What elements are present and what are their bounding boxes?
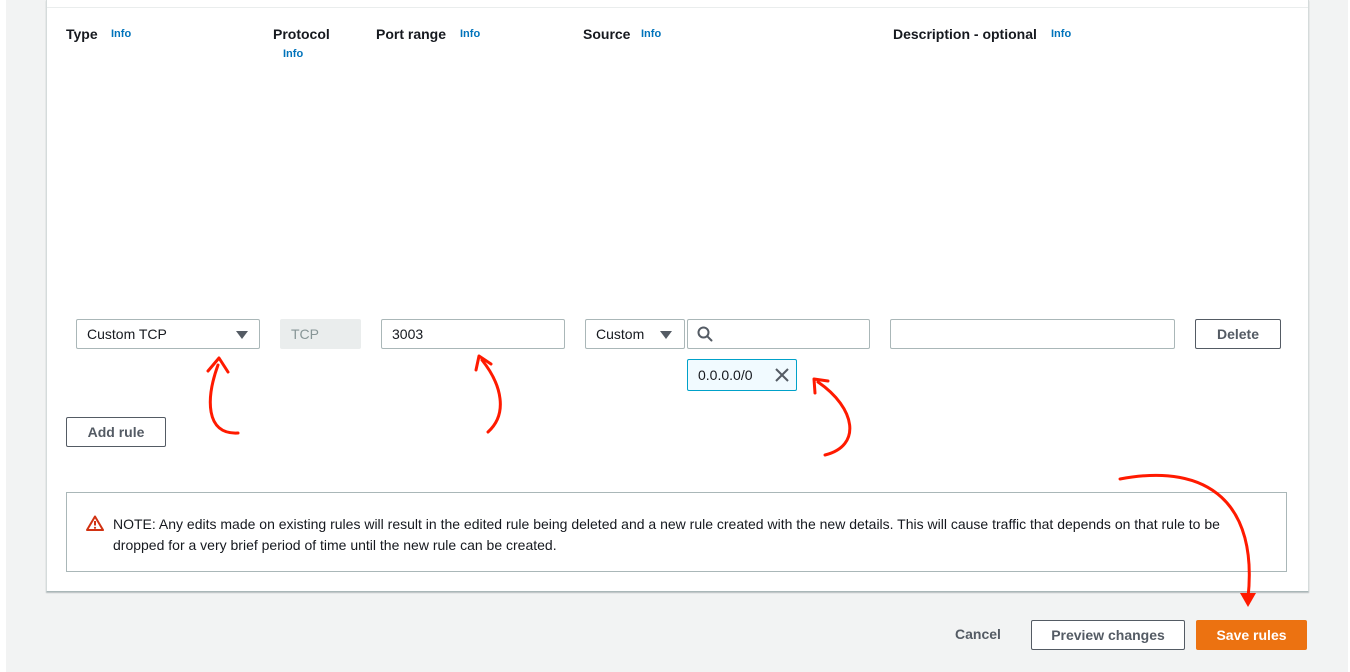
notice-text: NOTE: Any edits made on existing rules w… [113,516,1220,553]
info-link-source[interactable]: Info [641,28,661,40]
header-description: Description - optional [893,26,1037,42]
panel-divider [47,7,1308,8]
caret-down-icon [660,331,672,339]
header-port-range: Port range [376,26,447,42]
close-icon[interactable] [775,368,789,382]
source-cidr-token: 0.0.0.0/0 [687,359,797,391]
info-link-protocol[interactable]: Info [283,48,303,60]
info-link-description[interactable]: Info [1051,28,1071,40]
type-select-value: Custom TCP [87,326,167,342]
add-rule-button[interactable]: Add rule [66,417,166,447]
warning-notice: NOTE: Any edits made on existing rules w… [66,492,1287,572]
type-select[interactable]: Custom TCP [76,319,260,349]
header-type: Type [66,26,98,42]
protocol-field: TCP [280,319,361,349]
preview-changes-button[interactable]: Preview changes [1031,620,1185,650]
cancel-button[interactable]: Cancel [955,626,1001,642]
source-type-select[interactable]: Custom [585,319,685,349]
caret-down-icon [236,331,248,339]
source-search-input[interactable] [687,319,870,349]
port-range-input[interactable]: 3003 [381,319,565,349]
port-range-value: 3003 [392,326,424,342]
header-source: Source [583,26,631,42]
protocol-value: TCP [291,326,319,342]
delete-rule-button[interactable]: Delete [1195,319,1281,349]
search-icon [697,326,713,342]
warning-icon [86,515,104,531]
source-cidr-value: 0.0.0.0/0 [698,367,753,383]
header-protocol: Protocol [273,26,330,42]
info-link-type[interactable]: Info [111,28,131,40]
info-link-port-range[interactable]: Info [460,28,480,40]
source-type-value: Custom [596,326,645,342]
description-input[interactable] [890,319,1175,349]
save-rules-button[interactable]: Save rules [1196,620,1307,650]
